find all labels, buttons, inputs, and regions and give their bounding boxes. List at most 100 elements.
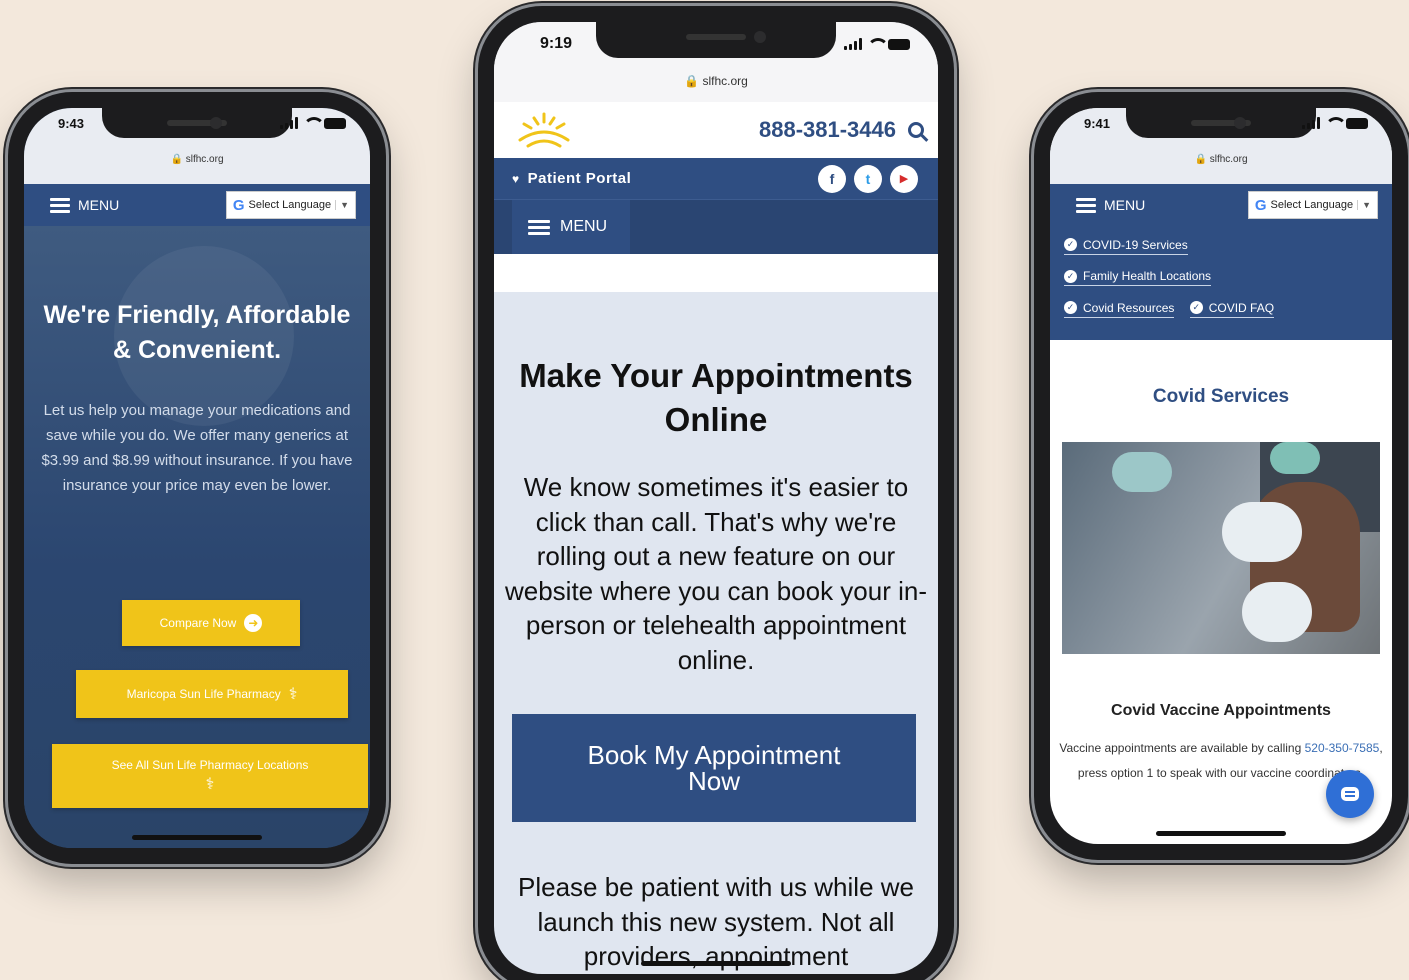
link-covid-services[interactable]: ✓ COVID-19 Services: [1064, 238, 1188, 255]
pharmacy-icon: ⚕: [205, 776, 215, 793]
link-family-health-locations[interactable]: ✓ Family Health Locations: [1064, 269, 1212, 286]
vaccine-phone-link[interactable]: 520-350-7585: [1305, 741, 1380, 755]
pharmacy-icon: ⚕: [288, 686, 298, 703]
pharmacy-label: Maricopa Sun Life Pharmacy: [126, 687, 281, 701]
status-time: 9:43: [58, 115, 85, 131]
locations-label: See All Sun Life Pharmacy Locations: [111, 758, 309, 772]
status-bar: 9:43: [24, 108, 370, 138]
battery-icon: [1346, 117, 1368, 129]
compare-now-label: Compare Now: [159, 616, 237, 630]
url-text: slfhc.org: [702, 74, 748, 88]
home-indicator: [132, 835, 262, 840]
menu-button[interactable]: MENU: [50, 197, 119, 213]
check-circle-icon: ✓: [1064, 269, 1077, 283]
patient-portal-link[interactable]: ♥ Patient Portal: [512, 170, 631, 187]
dropdown-arrow-icon: ▼: [335, 200, 349, 210]
signal-icon: [1302, 117, 1320, 129]
status-icons: [1302, 117, 1368, 129]
chat-icon: [1341, 787, 1359, 801]
signal-icon: [280, 117, 298, 129]
section-title: Covid Services: [1152, 386, 1290, 407]
wifi-icon: [303, 117, 325, 129]
nav-bar: MENU G Select Language ▼: [24, 184, 370, 226]
book-appointment-button[interactable]: Book My Appointment Now: [512, 714, 916, 822]
phone-left-screen: 9:43 🔒 slfhc.org MENU G Select Language …: [24, 108, 370, 848]
phone-left: 9:43 🔒 slfhc.org MENU G Select Language …: [8, 92, 386, 864]
phone-center-screen: 9:19 🔒 slfhc.org 888-381-3446 ♥ Patient …: [494, 22, 938, 974]
signal-icon: [844, 38, 862, 50]
wifi-icon: [867, 38, 889, 50]
check-circle-icon: ✓: [1189, 301, 1203, 314]
notice-text: Please be patient with us while we launc…: [517, 872, 914, 971]
language-select[interactable]: G Select Language ▼: [225, 191, 356, 219]
hamburger-icon: [50, 197, 70, 213]
book-appointment-label: Book My Appointment Now: [587, 740, 841, 796]
phone-number: 888-381-3446: [758, 117, 896, 142]
locations-button[interactable]: See All Sun Life Pharmacy Locations ⚕: [52, 744, 368, 808]
battery-icon: [888, 38, 910, 50]
phone-number-link[interactable]: 888-381-3446: [759, 117, 924, 143]
sun-logo[interactable]: [514, 110, 574, 150]
link-label: Family Health Locations: [1083, 269, 1212, 283]
dropdown-arrow-icon: ▼: [1357, 200, 1371, 210]
hero-body: Let us help you manage your medications …: [41, 402, 353, 494]
page-title: Make Your Appointments Online: [519, 357, 913, 438]
language-label: Select Language: [1270, 199, 1354, 211]
vaccine-heading: Covid Vaccine Appointments: [1111, 702, 1331, 719]
status-time: 9:41: [1084, 115, 1111, 131]
url-text: slfhc.org: [185, 154, 224, 165]
menu-label: MENU: [78, 197, 120, 213]
check-circle-icon: ✓: [1064, 238, 1077, 251]
google-icon: G: [232, 196, 245, 214]
status-bar: 9:41: [1050, 108, 1392, 138]
covid-links: ✓ COVID-19 Services ✓ Family Health Locati…: [1050, 226, 1392, 340]
twitter-icon[interactable]: t: [854, 164, 882, 193]
language-select[interactable]: G Select Language ▼: [1247, 191, 1378, 219]
status-time: 9:19: [540, 35, 573, 52]
menu-label: MENU: [560, 218, 608, 235]
link-label: Covid Resources: [1083, 300, 1175, 315]
wifi-icon: [1325, 117, 1347, 129]
menu-label: MENU: [1104, 197, 1146, 213]
vaccine-text-start: Vaccine appointments are available by ca…: [1059, 741, 1302, 755]
home-indicator: [641, 961, 791, 966]
search-icon[interactable]: [908, 122, 924, 138]
site-header: 888-381-3446: [494, 102, 938, 158]
check-circle-icon: ✓: [1064, 301, 1077, 314]
google-icon: G: [1254, 196, 1267, 214]
url-bar[interactable]: 🔒 slfhc.org: [1050, 154, 1392, 165]
url-bar[interactable]: 🔒 slfhc.org: [24, 154, 370, 165]
facebook-icon[interactable]: f: [818, 164, 846, 193]
menu-bar: MENU: [494, 200, 938, 254]
link-label: COVID-19 Services: [1083, 237, 1188, 252]
status-icons: [280, 117, 346, 129]
status-icons: [844, 38, 910, 50]
link-covid-faq[interactable]: ✓ COVID FAQ: [1189, 301, 1275, 318]
patient-portal-label: Patient Portal: [527, 170, 632, 187]
menu-button[interactable]: MENU: [512, 200, 630, 254]
menu-button[interactable]: MENU: [1076, 197, 1145, 213]
battery-icon: [324, 117, 346, 129]
heart-icon: ♥: [512, 171, 520, 186]
url-text: slfhc.org: [1209, 154, 1248, 165]
hamburger-icon: [1076, 197, 1096, 213]
url-bar[interactable]: 🔒 slfhc.org: [494, 74, 938, 88]
phone-center: 9:19 🔒 slfhc.org 888-381-3446 ♥ Patient …: [478, 6, 954, 980]
white-strip: [494, 254, 938, 292]
social-links: f t ▶: [818, 164, 918, 193]
link-covid-resources[interactable]: ✓ Covid Resources: [1064, 300, 1175, 318]
hamburger-icon: [528, 219, 550, 235]
vaccination-photo: [1062, 442, 1380, 654]
home-indicator: [1156, 831, 1286, 836]
portal-bar: ♥ Patient Portal f t ▶: [494, 158, 938, 200]
intro-text: We know sometimes it's easier to click t…: [504, 472, 927, 675]
hero-headline: We're Friendly, Affordable & Convenient.: [43, 301, 351, 364]
arrow-right-icon: ➜: [244, 614, 263, 632]
youtube-icon[interactable]: ▶: [890, 164, 918, 193]
compare-now-button[interactable]: Compare Now ➜: [122, 600, 300, 646]
phone-right-screen: 9:41 🔒 slfhc.org MENU G Select Language …: [1050, 108, 1392, 844]
status-bar: 9:19: [494, 26, 938, 62]
nav-bar: MENU G Select Language ▼: [1050, 184, 1392, 226]
pharmacy-button[interactable]: Maricopa Sun Life Pharmacy ⚕: [76, 670, 348, 718]
chat-button[interactable]: [1326, 770, 1374, 818]
